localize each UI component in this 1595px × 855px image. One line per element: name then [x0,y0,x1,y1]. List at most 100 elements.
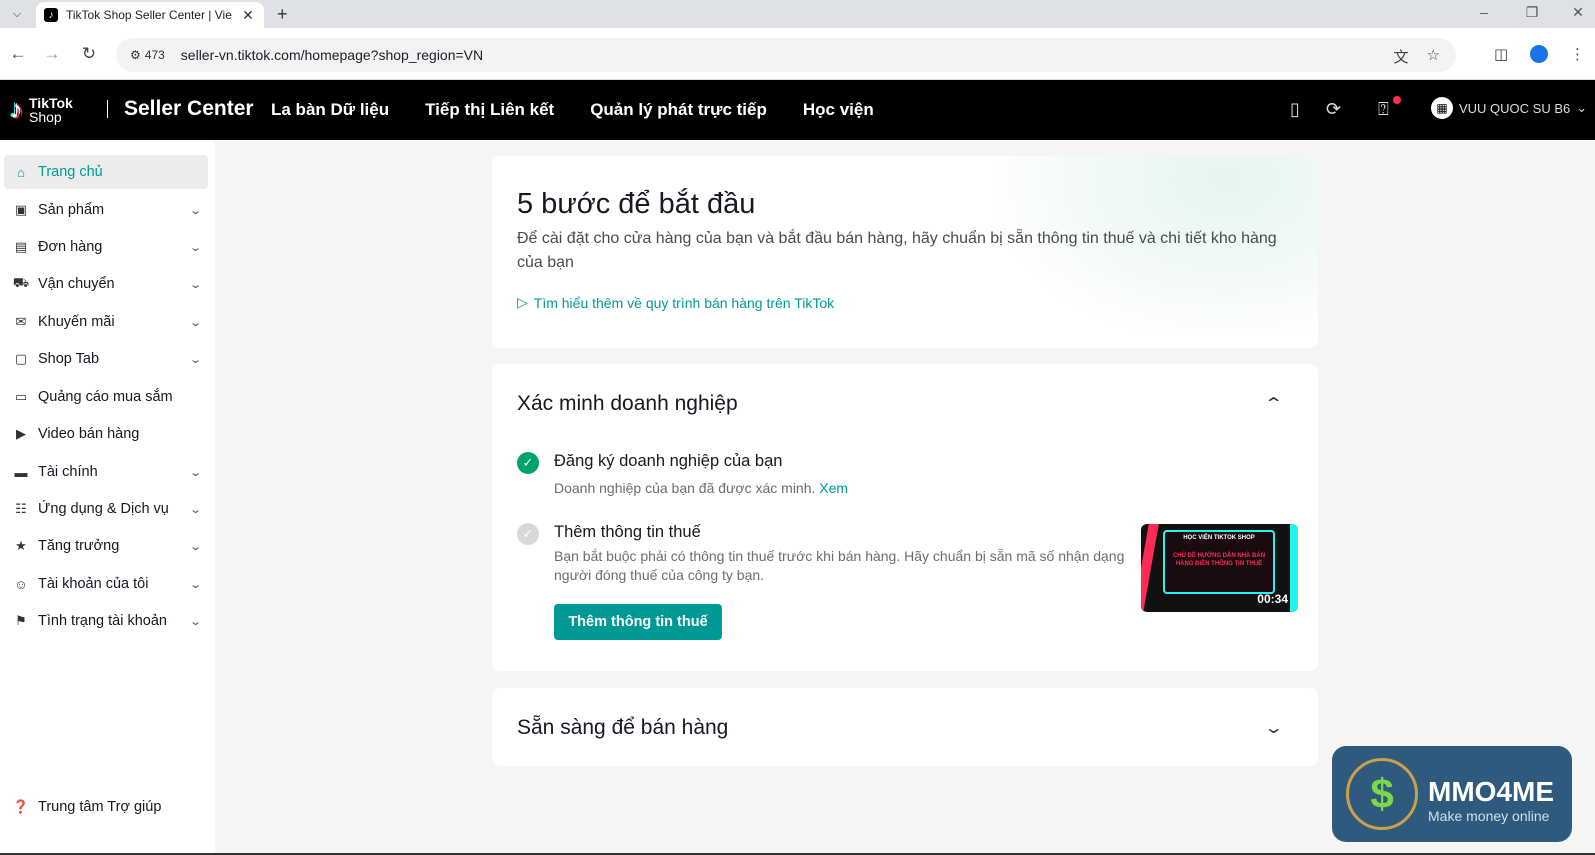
user-name: VUU QUOC SU B6 [1459,100,1571,116]
step2-subtitle: Bạn bắt buộc phải có thông tin thuế trướ… [554,548,1125,583]
dollar-coin-icon: $ [1346,758,1418,830]
address-bar[interactable]: ⚙ 473 seller-vn.tiktok.com/homepage?shop… [116,38,1456,72]
step-register-business: ✓ Đăng ký doanh nghiệp của bạn Doanh ngh… [517,452,848,496]
add-tax-info-button[interactable]: Thêm thông tin thuế [554,604,722,640]
chevron-down-icon[interactable]: ⌄ [189,241,202,254]
logo-divider [107,100,108,118]
sidebar-item-label: Tăng trưởng [38,538,120,554]
logo-line2: Shop [29,108,62,125]
step1-title: Đăng ký doanh nghiệp của bạn [554,452,783,470]
tiktok-shop-logo[interactable]: ♪ TikTok Shop [10,94,73,125]
home-icon: ⌂ [17,164,25,180]
video-caption-main: CHỦ ĐỀ HƯỚNG DẪN NHÀ BÁN HÀNG ĐIỀN THÔNG… [1172,553,1266,567]
check-pending-icon: ✓ [517,523,539,545]
shop-avatar: ▦ [1431,97,1453,119]
chevron-down-icon[interactable]: ⌄ [189,204,202,217]
chevron-down-icon[interactable]: ⌄ [189,278,202,291]
nav-affiliate[interactable]: Tiếp thị Liên kết [425,100,554,120]
page-title: 5 bước để bắt đầu [517,188,756,220]
support-headset-icon[interactable]: ⟳ [1326,99,1341,120]
sidebar-item[interactable]: ✉ Khuyến mãi ⌄ [4,305,208,339]
profile-avatar[interactable] [1530,45,1548,67]
ready-to-sell-card[interactable]: Sẵn sàng để bán hàng ⌄ [492,688,1318,766]
logo-line1: TikTok [29,94,73,111]
nav-live-management[interactable]: Quản lý phát trực tiếp [590,100,767,120]
sidebar-item[interactable]: ▤ Đơn hàng ⌄ [4,230,208,264]
site-info-button[interactable]: ⚙ 473 [130,48,165,62]
side-panel-icon[interactable]: ◫ [1494,45,1508,63]
tab-close-icon[interactable]: ✕ [240,7,256,24]
nav-data-compass[interactable]: La bàn Dữ liệu [271,100,389,120]
reload-icon[interactable]: ↻ [79,44,99,64]
help-center-link[interactable]: ❓ Trung tâm Trợ giúp [4,790,208,824]
translate-icon[interactable]: 文 [1394,46,1409,67]
tab-title: TikTok Shop Seller Center | Vie [66,8,232,22]
sidebar-item[interactable]: ▶ Video bán hàng [4,417,208,451]
chevron-down-icon[interactable]: ⌄ [189,503,202,516]
minimize-icon[interactable]: – [1474,4,1494,20]
sidebar-item[interactable]: ☷ Ứng dụng & Dịch vụ ⌄ [4,492,208,526]
browser-menu-icon[interactable]: ⋮ [1570,45,1585,63]
sidebar-item-label: Trang chủ [38,164,103,180]
video-duration: 00:34 [1257,592,1288,606]
chevron-down-icon[interactable]: ⌄ [189,540,202,553]
chevron-down-icon: ⌄ [1576,100,1588,115]
sidebar-item[interactable]: ⛟ Vận chuyển ⌄ [4,267,208,301]
view-link[interactable]: Xem [819,480,848,496]
video-decor-stripe [1141,524,1159,612]
video-caption-top: HỌC VIỆN TIKTOK SHOP [1183,535,1255,541]
new-tab-plus-icon[interactable]: + [277,4,288,25]
order-icon: ▤ [14,239,28,254]
back-arrow-icon[interactable]: ← [8,44,28,64]
restore-icon[interactable]: ❐ [1522,4,1542,21]
sidebar-item[interactable]: ⌂ Trang chủ [4,155,208,189]
intro-description: Để cài đặt cho cửa hàng của bạn và bắt đ… [517,230,1277,271]
notification-dot [1393,96,1401,104]
help-chat-icon: ❓ [12,799,30,814]
tiktok-favicon-icon: ♪ [44,8,58,22]
mobile-icon[interactable]: ▯ [1290,99,1300,120]
trophy-icon: ⚑ [15,613,27,628]
product-icon: ▣ [14,202,28,217]
top-nav: La bàn Dữ liệu Tiếp thị Liên kết Quản lý… [271,100,874,120]
chevron-down-icon[interactable]: ⌄ [189,615,202,628]
shop-bag-icon: ▢ [14,351,28,366]
browser-toolbar: ← → ↻ ⚙ 473 seller-vn.tiktok.com/homepag… [0,28,1595,80]
step-add-tax-info: ✓ Thêm thông tin thuế Bạn bắt buộc phải … [517,523,1124,640]
shipping-icon: ⛟ [12,275,30,290]
learn-more-link[interactable]: ▷ Tìm hiểu thêm về quy trình bán hàng tr… [517,294,834,311]
sidebar-item[interactable]: ▭ Quảng cáo mua sắm [4,380,208,414]
sidebar-item[interactable]: ▣ Sản phẩm ⌄ [4,193,208,227]
learn-more-label: Tìm hiểu thêm về quy trình bán hàng trên… [533,294,835,311]
sidebar-item-label: Vận chuyển [38,276,115,292]
account-menu[interactable]: ▦ VUU QUOC SU B6 ⌄ [1431,97,1587,119]
sidebar-item-label: Đơn hàng [38,239,103,255]
sidebar-item-label: Video bán hàng [38,426,140,442]
play-outline-icon: ▷ [517,294,528,310]
sidebar-item[interactable]: ⚑ Tình trạng tài khoản ⌄ [4,604,208,638]
window-close-icon[interactable]: ✕ [1568,4,1588,21]
bookmark-star-icon[interactable]: ☆ [1427,46,1440,67]
chevron-down-icon[interactable]: ⌄ [189,466,202,479]
tutorial-video-thumbnail[interactable]: HỌC VIỆN TIKTOK SHOP CHỦ ĐỀ HƯỚNG DẪN NH… [1141,524,1298,612]
chevron-down-icon[interactable]: ⌄ [189,353,202,366]
expand-chevron-down-icon[interactable]: ⌄ [1263,718,1283,738]
chevron-down-icon[interactable]: ⌄ [189,316,202,329]
forward-arrow-icon[interactable]: → [42,44,62,64]
sidebar-item[interactable]: ★ Tăng trưởng ⌄ [4,529,208,563]
chevron-down-icon[interactable]: ⌄ [189,578,202,591]
browser-tab[interactable]: ♪ TikTok Shop Seller Center | Vie ✕ [36,2,264,28]
collapse-chevron-up-icon[interactable]: ⌃ [1263,394,1283,414]
sidebar-item[interactable]: ▢ Shop Tab ⌄ [4,342,208,376]
sidebar-item[interactable]: ▬ Tài chính ⌄ [4,455,208,489]
sidebar-item[interactable]: ☺ Tài khoản của tôi ⌄ [4,567,208,601]
step1-subtitle-text: Doanh nghiệp của bạn đã được xác minh. [554,480,816,496]
medal-icon: ★ [15,538,27,553]
apps-icon: ☷ [15,501,27,516]
tune-icon: ⚙ [130,48,141,62]
site-info-count: 473 [144,48,165,62]
notification-bell-icon[interactable]: ⍰ [1378,99,1389,120]
tab-list-chevron-icon[interactable]: ⌵ [6,4,28,24]
getting-started-card: 5 bước để bắt đầu Để cài đặt cho cửa hàn… [492,156,1318,348]
nav-academy[interactable]: Học viện [803,100,874,120]
